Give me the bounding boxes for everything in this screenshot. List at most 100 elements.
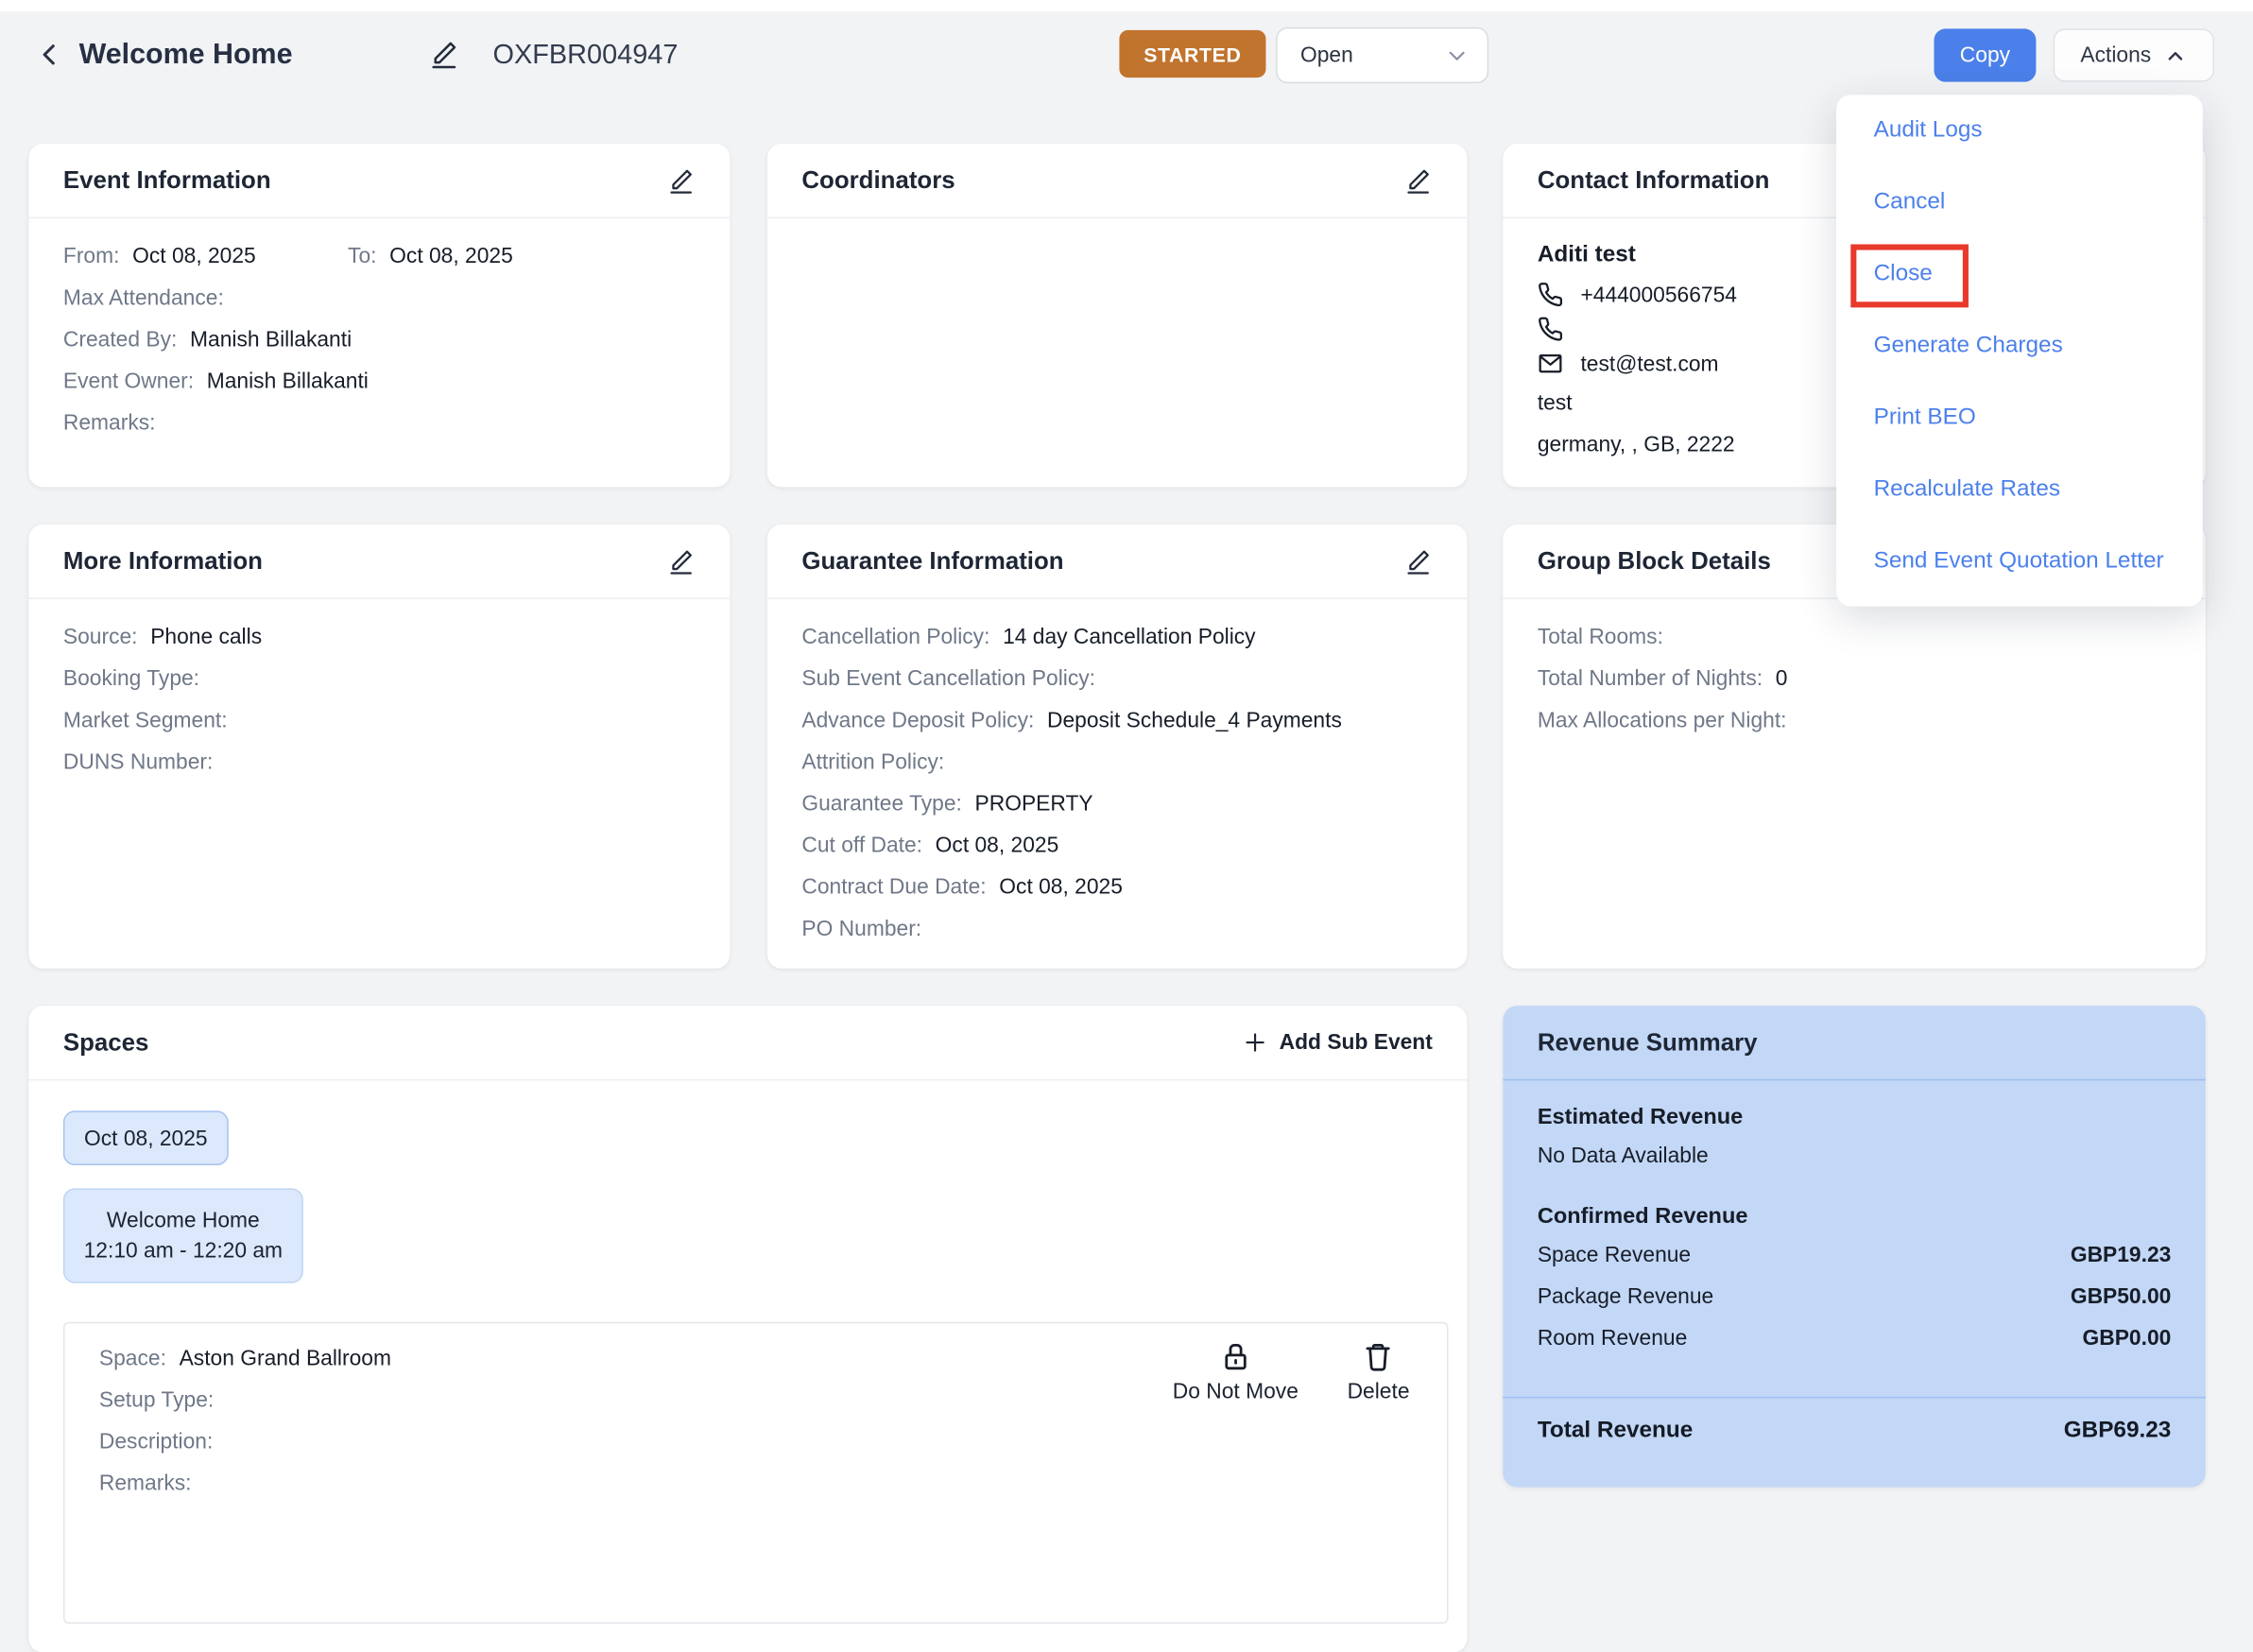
field-value: Manish Billakanti (206, 369, 369, 394)
field-value: PROPERTY (974, 791, 1093, 817)
menu-item-print-beo[interactable]: Print BEO (1836, 382, 2203, 454)
date-chip[interactable]: Oct 08, 2025 (62, 1110, 229, 1166)
field-value: Oct 08, 2025 (132, 244, 256, 269)
do-not-move-label: Do Not Move (1172, 1379, 1298, 1404)
total-revenue-row: Total Revenue GBP69.23 (1503, 1396, 2206, 1464)
phone-icon (1538, 316, 1563, 341)
field-label: Remarks: (98, 1471, 192, 1496)
actions-button[interactable]: Actions (2053, 28, 2214, 82)
field-value: Manish Billakanti (190, 327, 353, 353)
actions-button-label: Actions (2080, 43, 2152, 68)
field-label: Total Rooms: (1537, 625, 1663, 650)
field-row: DUNS Number: (63, 742, 696, 783)
field-row: Advance Deposit Policy: Deposit Schedule… (801, 699, 1432, 741)
card-title: Guarantee Information (801, 546, 1064, 575)
field-row: Created By: Manish Billakanti (63, 319, 696, 361)
more-information-card: More Information Source: Phone calls Boo… (28, 524, 731, 969)
field-label: Space: (98, 1346, 166, 1371)
event-information-card: Event Information From: Oct 08, 2025 To:… (28, 144, 731, 488)
event-detail-page: Welcome Home OXFBR004947 STARTED Open Co… (0, 0, 2253, 1652)
trash-icon (1363, 1341, 1394, 1372)
chevron-down-icon (1444, 43, 1470, 68)
field-label: From: (62, 244, 120, 269)
top-white-strip (0, 0, 2253, 12)
field-row: Booking Type: (63, 658, 696, 699)
menu-item-cancel[interactable]: Cancel (1836, 166, 2203, 238)
coordinators-card: Coordinators (766, 144, 1468, 488)
card-title: Group Block Details (1537, 546, 1771, 575)
edit-icon[interactable] (666, 166, 695, 195)
contact-email: test@test.com (1580, 351, 1719, 376)
delete-button[interactable]: Delete (1347, 1341, 1410, 1404)
status-select-value: Open (1299, 43, 1353, 68)
total-revenue-label: Total Revenue (1537, 1418, 1694, 1443)
edit-title-icon[interactable] (428, 39, 459, 70)
menu-item-send-event-quotation-letter[interactable]: Send Event Quotation Letter (1836, 525, 2203, 597)
field-label: Remarks: (62, 410, 156, 436)
sub-event-chip[interactable]: Welcome Home 12:10 am - 12:20 am (62, 1188, 303, 1283)
field-label: PO Number: (801, 917, 922, 941)
field-label: Cancellation Policy: (801, 625, 990, 650)
field-row: PO Number: (801, 908, 1432, 950)
sub-event-time: 12:10 am - 12:20 am (83, 1237, 284, 1263)
field-label: Attrition Policy: (801, 749, 945, 775)
field-value: 14 day Cancellation Policy (1003, 625, 1256, 650)
copy-button[interactable]: Copy (1934, 28, 2037, 82)
no-data-text: No Data Available (1537, 1144, 1709, 1169)
contact-phone: +444000566754 (1580, 282, 1737, 307)
field-row: Description: (99, 1421, 1413, 1463)
guarantee-information-card: Guarantee Information Cancellation Polic… (766, 524, 1468, 969)
field-label: Setup Type: (98, 1387, 215, 1413)
field-row: Max Allocations per Night: (1538, 699, 2171, 741)
actions-dropdown-menu: Audit Logs Cancel Close Generate Charges… (1836, 95, 2203, 607)
page-title: Welcome Home (78, 39, 293, 71)
field-value: Oct 08, 2025 (935, 833, 1059, 858)
estimated-revenue-heading: Estimated Revenue (1537, 1105, 1744, 1130)
field-label: Description: (98, 1429, 214, 1454)
field-row: Market Segment: (63, 699, 696, 741)
add-sub-event-button[interactable]: Add Sub Event (1244, 1030, 1433, 1055)
event-code: OXFBR004947 (492, 40, 679, 71)
field-label: Max Attendance: (62, 285, 224, 311)
revenue-value: GBP0.00 (2082, 1326, 2172, 1351)
menu-item-recalculate-rates[interactable]: Recalculate Rates (1836, 454, 2203, 525)
field-value: Phone calls (150, 625, 263, 650)
delete-label: Delete (1347, 1379, 1410, 1404)
revenue-summary-card: Revenue Summary Estimated Revenue No Dat… (1503, 1006, 2206, 1488)
confirmed-revenue-heading: Confirmed Revenue (1537, 1204, 1748, 1229)
edit-icon[interactable] (1403, 547, 1432, 576)
status-select[interactable]: Open (1276, 26, 1489, 84)
card-title: Coordinators (801, 165, 955, 194)
field-row: Cancellation Policy: 14 day Cancellation… (801, 616, 1432, 658)
field-row: Remarks: (99, 1463, 1413, 1505)
field-label: Source: (62, 625, 138, 650)
menu-item-close[interactable]: Close (1836, 238, 2203, 310)
sub-event-name: Welcome Home (106, 1207, 260, 1232)
field-label: Market Segment: (62, 708, 228, 733)
revenue-value: GBP50.00 (2070, 1284, 2172, 1310)
total-revenue-value: GBP69.23 (2063, 1418, 2172, 1443)
menu-item-generate-charges[interactable]: Generate Charges (1836, 310, 2203, 382)
spaces-card: Spaces Add Sub Event Oct 08, 2025 Welcom… (28, 1006, 1468, 1652)
menu-item-audit-logs[interactable]: Audit Logs (1836, 95, 2203, 166)
field-row: Cut off Date: Oct 08, 2025 (801, 825, 1432, 867)
card-title: Contact Information (1537, 165, 1770, 194)
field-label: Advance Deposit Policy: (801, 708, 1035, 733)
field-label: Total Number of Nights: (1537, 666, 1763, 692)
field-label: Sub Event Cancellation Policy: (801, 666, 1095, 692)
card-title: Spaces (62, 1027, 149, 1056)
space-actions: Do Not Move Delete (1172, 1341, 1410, 1404)
revenue-value: GBP19.23 (2070, 1243, 2172, 1267)
field-label: Guarantee Type: (801, 791, 962, 817)
field-value: Oct 08, 2025 (389, 244, 513, 269)
field-value: Aston Grand Ballroom (179, 1346, 391, 1371)
field-row: Total Number of Nights: 0 (1538, 658, 2171, 699)
field-row: Remarks: (63, 403, 696, 444)
field-label: Booking Type: (62, 666, 200, 692)
lock-icon (1220, 1341, 1251, 1372)
edit-icon[interactable] (1403, 166, 1432, 195)
do-not-move-button[interactable]: Do Not Move (1172, 1341, 1298, 1404)
field-row: Attrition Policy: (801, 742, 1432, 783)
back-chevron-icon[interactable] (31, 38, 65, 72)
edit-icon[interactable] (666, 547, 695, 576)
